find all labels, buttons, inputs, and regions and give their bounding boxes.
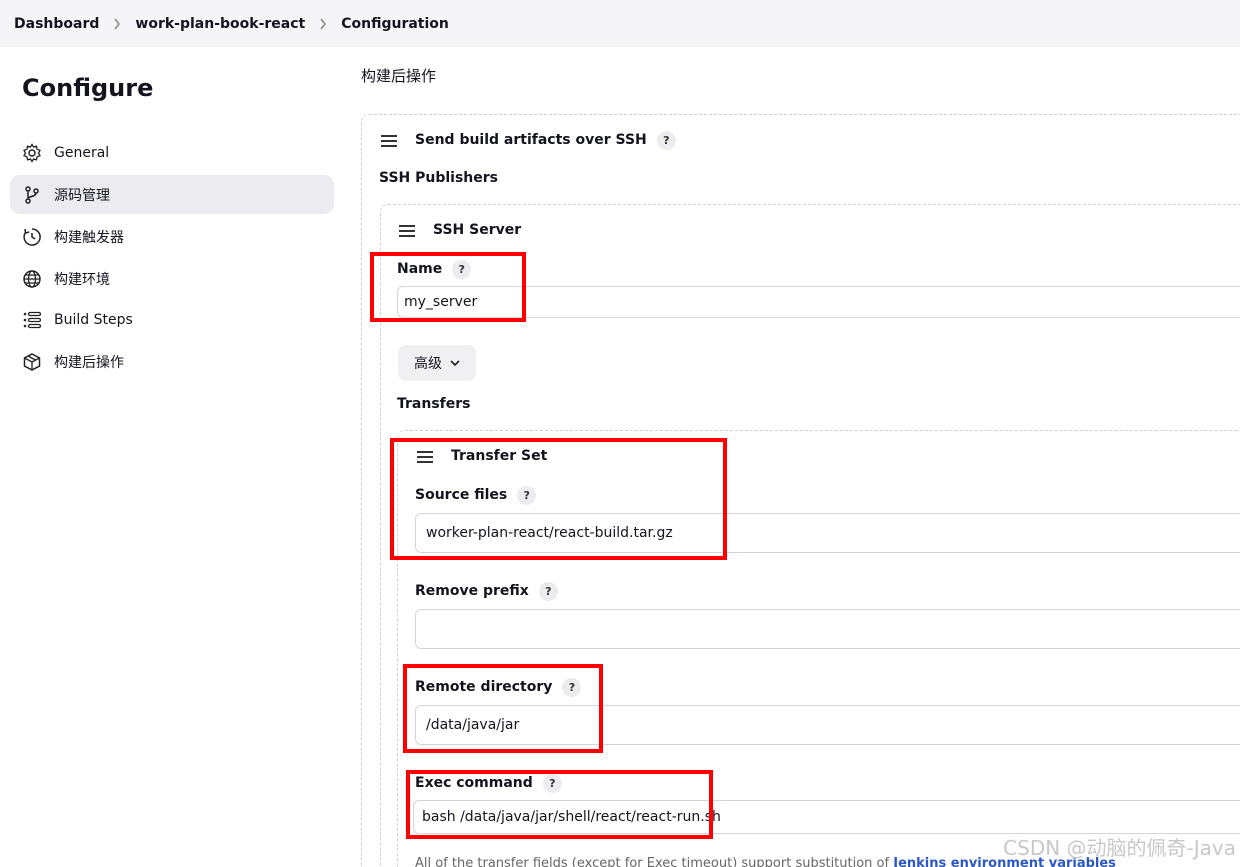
clock-icon [22, 227, 42, 247]
sidebar-item-post-build[interactable]: 构建后操作 [10, 342, 334, 381]
sidebar-item-triggers[interactable]: 构建触发器 [10, 217, 334, 256]
watermark: CSDN @动脑的佩奇-Java [1003, 836, 1236, 860]
sidebar-item-build-steps[interactable]: Build Steps [10, 300, 334, 339]
advanced-label: 高级 [414, 356, 442, 372]
remove-prefix-label: Remove prefix [415, 583, 529, 599]
highlight-name [370, 252, 526, 322]
sidebar-item-label: Build Steps [54, 311, 133, 328]
sidebar-item-general[interactable]: General [10, 133, 334, 172]
transfers-label: Transfers [397, 396, 471, 412]
remove-prefix-label-row: Remove prefix ? [415, 581, 558, 601]
branch-icon [22, 185, 42, 205]
gear-icon [22, 142, 42, 163]
list-icon [22, 310, 42, 330]
ssh-publishers-label: SSH Publishers [379, 170, 499, 186]
sidebar-item-environment[interactable]: 构建环境 [10, 259, 334, 298]
remove-prefix-field[interactable] [415, 609, 1240, 649]
advanced-button[interactable]: 高级 [398, 345, 476, 381]
breadcrumb-dashboard[interactable]: Dashboard [14, 16, 99, 32]
sidebar-item-label: 源码管理 [54, 187, 110, 204]
section-title: 构建后操作 [361, 67, 437, 85]
breadcrumb: Dashboard work-plan-book-react Configura… [0, 0, 1240, 47]
chevron-right-icon [113, 18, 121, 30]
chevron-right-icon [319, 18, 327, 30]
ssh-server-title: SSH Server [433, 222, 522, 238]
breadcrumb-configuration[interactable]: Configuration [341, 16, 449, 32]
breadcrumb-job[interactable]: work-plan-book-react [135, 16, 305, 32]
publisher-title-row: Send build artifacts over SSH ? [415, 130, 676, 150]
sidebar-title: Configure [22, 74, 154, 102]
sidebar-item-label: 构建后操作 [54, 354, 124, 371]
chevron-down-icon [450, 359, 460, 367]
drag-handle-icon[interactable] [381, 135, 397, 149]
highlight-exec-command [406, 770, 713, 839]
sidebar-item-label: 构建环境 [54, 271, 110, 288]
sidebar-item-label: 构建触发器 [54, 229, 124, 246]
help-icon[interactable]: ? [656, 130, 676, 150]
drag-handle-icon[interactable] [399, 225, 415, 239]
sidebar-item-scm[interactable]: 源码管理 [10, 175, 334, 214]
publisher-title: Send build artifacts over SSH [415, 132, 647, 148]
footnote-text: All of the transfer fields (except for E… [415, 856, 890, 867]
highlight-source-files [390, 438, 727, 560]
package-icon [22, 352, 42, 372]
globe-icon [22, 269, 42, 289]
sidebar-item-label: General [54, 144, 110, 161]
highlight-remote-directory [403, 664, 603, 753]
help-icon[interactable]: ? [538, 581, 558, 601]
